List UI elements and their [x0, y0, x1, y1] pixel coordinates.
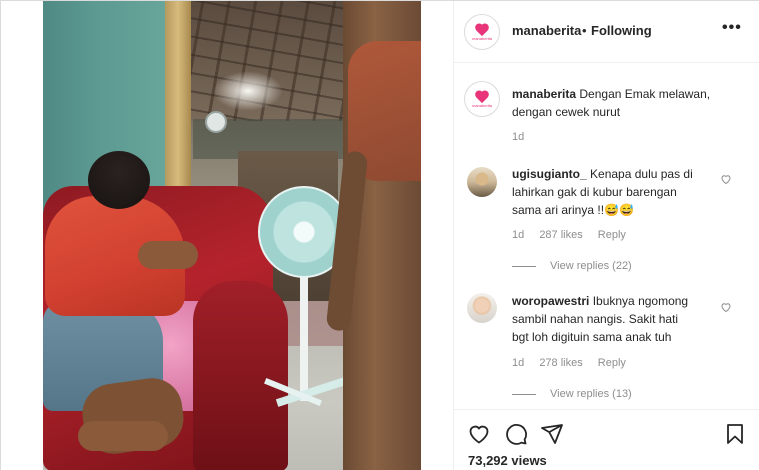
- comment-like-icon[interactable]: [720, 173, 732, 188]
- post-sidebar: manaberita manaberita • Following ••• ma…: [453, 1, 759, 470]
- comment-reply-button[interactable]: Reply: [598, 357, 626, 369]
- author-username[interactable]: manaberita: [512, 23, 581, 38]
- scene-fan-stem: [300, 271, 308, 401]
- comment-text-line: sama ari arinya !!😅😅: [512, 203, 634, 217]
- heart-icon[interactable]: [467, 422, 491, 446]
- bookmark-icon[interactable]: [723, 422, 747, 446]
- post-header: manaberita manaberita • Following •••: [454, 1, 759, 63]
- comment-text-line: bgt loh digituin sama anak tuh: [512, 330, 672, 344]
- comment-text-line: lahirkan gak di kubur barengan: [512, 185, 677, 199]
- comment-time[interactable]: 1d: [512, 357, 524, 369]
- comment: ugisugianto_ Kenapa dulu pas di lahirkan…: [512, 165, 717, 219]
- paper-plane-icon[interactable]: [540, 422, 564, 446]
- follow-status-button[interactable]: Following: [591, 23, 652, 38]
- comment-meta: 1d 278 likes Reply: [512, 357, 638, 369]
- post-media[interactable]: [1, 1, 453, 470]
- replies-divider: [512, 265, 536, 267]
- comment-text-line: sambil nahan nangis. Sakit hati: [512, 312, 679, 326]
- caption: manaberita Dengan Emak melawan, dengan c…: [512, 85, 737, 121]
- post-frame: manaberita manaberita • Following ••• ma…: [0, 0, 759, 470]
- comment-likes[interactable]: 278 likes: [539, 357, 582, 369]
- comment-time[interactable]: 1d: [512, 229, 524, 241]
- action-bar: 73,292 views: [454, 409, 759, 470]
- scene-person-seated: [43, 151, 198, 470]
- heart-logo-icon: [475, 91, 489, 103]
- caption-time[interactable]: 1d: [512, 131, 524, 143]
- header-separator: •: [582, 23, 587, 38]
- more-options-icon[interactable]: •••: [722, 19, 742, 37]
- comment-reply-button[interactable]: Reply: [598, 229, 626, 241]
- author-avatar[interactable]: manaberita: [464, 14, 500, 50]
- video-frame[interactable]: [43, 1, 421, 470]
- comment-username[interactable]: woropawestri: [512, 294, 589, 308]
- logo-text: manaberita: [471, 35, 492, 41]
- comment-likes[interactable]: 287 likes: [539, 229, 582, 241]
- comment-text: Kenapa dulu pas di: [590, 167, 693, 181]
- comment-icon[interactable]: [504, 422, 528, 446]
- comment-meta: 1d 287 likes Reply: [512, 229, 638, 241]
- view-replies-button[interactable]: View replies (13): [512, 388, 632, 400]
- comment-text: Ibuknya ngomong: [592, 294, 689, 308]
- comments-list[interactable]: manaberita manaberita Dengan Emak melawa…: [454, 63, 759, 409]
- view-replies-label: View replies (22): [550, 260, 632, 272]
- comment-username[interactable]: ugisugianto_: [512, 167, 587, 181]
- comment-like-icon[interactable]: [720, 301, 732, 316]
- comment-avatar[interactable]: [467, 293, 497, 323]
- replies-divider: [512, 393, 536, 395]
- scene-lamp: [213, 71, 283, 111]
- scene-chair-arm: [193, 281, 288, 470]
- view-replies-label: View replies (13): [550, 388, 632, 400]
- comment-avatar[interactable]: [467, 167, 497, 197]
- manaberita-logo: manaberita: [468, 85, 496, 113]
- view-count[interactable]: 73,292 views: [468, 453, 547, 468]
- logo-text: manaberita: [471, 102, 492, 108]
- heart-logo-icon: [475, 24, 489, 36]
- scene-clock: [205, 111, 227, 133]
- comment: woropawestri Ibuknya ngomong sambil naha…: [512, 292, 717, 346]
- caption-avatar[interactable]: manaberita: [464, 81, 500, 117]
- view-replies-button[interactable]: View replies (22): [512, 260, 632, 272]
- manaberita-logo: manaberita: [468, 18, 496, 46]
- caption-username[interactable]: manaberita: [512, 87, 576, 101]
